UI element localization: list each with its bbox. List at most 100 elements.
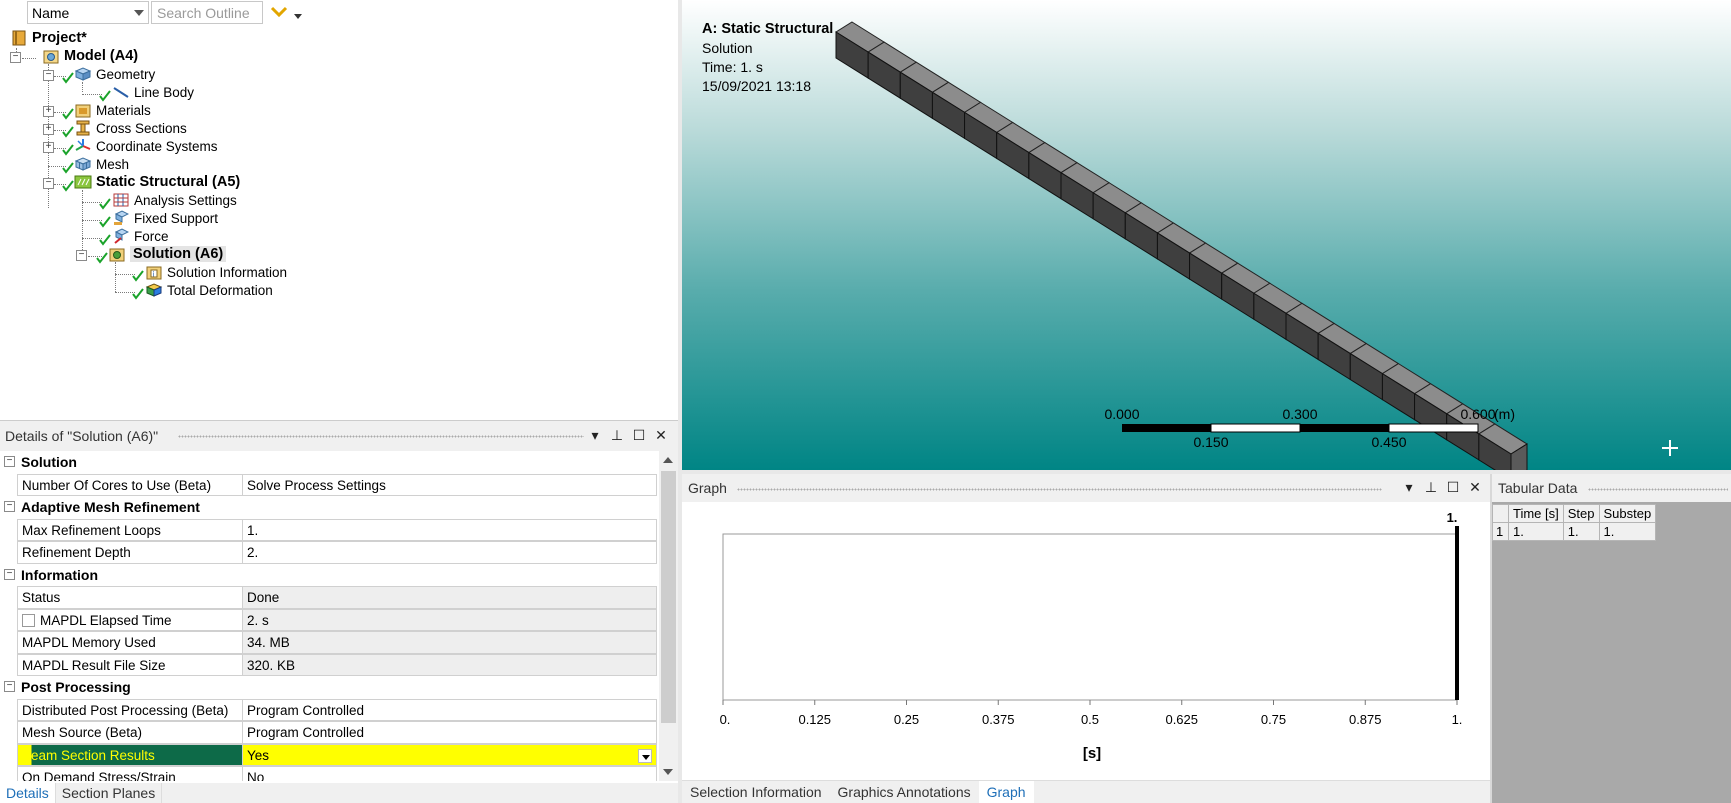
maximize-icon[interactable]: ☐: [1446, 479, 1460, 495]
tab-graph[interactable]: Graph: [978, 781, 1034, 803]
pin-icon[interactable]: ⊥: [1424, 479, 1438, 495]
green-check-icon: [132, 288, 144, 300]
close-icon[interactable]: ✕: [654, 427, 668, 443]
x-tick-label: 0.125: [798, 712, 831, 727]
tree-label: Project*: [32, 30, 87, 46]
tree-label: Materials: [96, 102, 151, 118]
graph-panel: Graph ▾ ⊥ ☐ ✕ 1. 0. 0.125 0.25 0.375 0.5 0.62…: [682, 474, 1490, 803]
property-row[interactable]: Refinement Depth 2.: [0, 541, 657, 564]
filter-chevron-icon[interactable]: [269, 4, 289, 20]
tabular-data-table[interactable]: Time [s] Step Substep 1 1. 1. 1.: [1492, 504, 1657, 541]
dropdown-arrow-icon[interactable]: [638, 748, 652, 763]
dropdown-arrow-icon[interactable]: [294, 14, 302, 19]
expand-coordinate-systems-toggle[interactable]: +: [43, 142, 54, 153]
property-row-beam-section-results[interactable]: Beam Section Results Yes: [0, 743, 657, 766]
tree-item-analysis-settings[interactable]: Analysis Settings: [112, 190, 237, 210]
details-scrollbar[interactable]: [659, 451, 678, 781]
coordinate-axes-icon: [74, 138, 92, 154]
green-check-icon: [62, 108, 74, 120]
category-post-processing[interactable]: − Post Processing: [0, 676, 657, 699]
table-cell[interactable]: 1.: [1508, 522, 1564, 541]
expand-materials-toggle[interactable]: +: [43, 106, 54, 117]
maximize-icon[interactable]: ☐: [632, 427, 646, 443]
time-graph[interactable]: 1. 0. 0.125 0.25 0.375 0.5 0.625 0.75 0.875 1. […: [682, 502, 1490, 780]
collapse-toggle[interactable]: −: [4, 501, 15, 512]
green-check-icon: [132, 270, 144, 282]
x-tick-label: 0.625: [1165, 712, 1198, 727]
outline-toolbar: Name Search Outline: [0, 0, 678, 26]
tab-details[interactable]: Details: [0, 783, 56, 803]
tree-item-geometry[interactable]: Geometry: [74, 64, 155, 84]
tab-section-planes[interactable]: Section Planes: [56, 783, 163, 803]
tree-item-model[interactable]: Model (A4): [42, 46, 138, 66]
graph-title: Graph: [688, 480, 727, 496]
tree-label: Static Structural (A5): [96, 174, 241, 190]
tree-item-fixed-support[interactable]: Fixed Support: [112, 208, 218, 228]
tree-label: Line Body: [134, 84, 195, 100]
property-row[interactable]: Mesh Source (Beta) Program Controlled: [0, 721, 657, 744]
triad-icon[interactable]: [1660, 438, 1680, 458]
property-row: MAPDL Result File Size 320. KB: [0, 653, 657, 676]
tree-item-cross-sections[interactable]: Cross Sections: [74, 118, 187, 138]
category-information[interactable]: − Information: [0, 563, 657, 586]
tree-item-solution-information[interactable]: i Solution Information: [145, 262, 287, 282]
table-row[interactable]: 1 1. 1. 1.: [1492, 522, 1657, 541]
tree-item-static-structural[interactable]: Static Structural (A5): [74, 172, 240, 192]
collapse-geometry-toggle[interactable]: −: [43, 70, 54, 81]
tree-label: Model (A4): [64, 48, 139, 64]
tree-item-line-body[interactable]: Line Body: [112, 82, 194, 102]
property-row[interactable]: On Demand Stress/Strain No: [0, 766, 657, 781]
graph-header: Graph ▾ ⊥ ☐ ✕: [682, 474, 1490, 502]
x-tick-label: 0.5: [1081, 712, 1099, 727]
solution-information-icon: i: [145, 264, 163, 280]
scroll-up-icon[interactable]: [663, 457, 673, 463]
expand-cross-sections-toggle[interactable]: +: [43, 124, 54, 135]
search-outline-input[interactable]: Search Outline: [151, 1, 263, 24]
property-row[interactable]: Max Refinement Loops 1.: [0, 518, 657, 541]
tree-item-mesh[interactable]: Mesh: [74, 154, 129, 174]
column-header[interactable]: Substep: [1598, 504, 1657, 523]
tree-item-total-deformation[interactable]: Total Deformation: [145, 280, 273, 300]
tree-item-force[interactable]: Force: [112, 226, 169, 246]
property-row[interactable]: Number Of Cores to Use (Beta) Solve Proc…: [0, 473, 657, 496]
column-header[interactable]: Step: [1562, 504, 1600, 523]
property-row[interactable]: Distributed Post Processing (Beta) Progr…: [0, 698, 657, 721]
tab-graphics-annotations[interactable]: Graphics Annotations: [830, 781, 979, 803]
collapse-toggle[interactable]: −: [4, 456, 15, 467]
table-cell[interactable]: 1.: [1598, 522, 1657, 541]
tree-item-coordinate-systems[interactable]: Coordinate Systems: [74, 136, 218, 156]
category-adaptive-mesh-refinement[interactable]: − Adaptive Mesh Refinement: [0, 496, 657, 519]
scroll-thumb[interactable]: [661, 471, 676, 723]
table-cell[interactable]: 1.: [1562, 522, 1600, 541]
parameter-checkbox[interactable]: [22, 613, 35, 627]
tree-item-solution[interactable]: Solution (A6): [108, 244, 227, 264]
analysis-settings-icon: [112, 192, 130, 208]
graphics-viewport[interactable]: A: Static Structural Solution Time: 1. s…: [682, 0, 1731, 470]
collapse-static-structural-toggle[interactable]: −: [43, 178, 54, 189]
tab-selection-information[interactable]: Selection Information: [682, 781, 830, 803]
close-icon[interactable]: ✕: [1468, 479, 1482, 495]
beam-section-results-select[interactable]: Yes: [242, 743, 657, 766]
tree-item-materials[interactable]: Materials: [74, 100, 151, 120]
column-header[interactable]: Time [s]: [1508, 504, 1564, 523]
panel-dropdown-icon[interactable]: ▾: [588, 427, 602, 443]
tree-label: Total Deformation: [167, 282, 273, 298]
pin-icon[interactable]: ⊥: [610, 427, 624, 443]
green-check-icon: [62, 162, 74, 174]
project-book-icon: [10, 30, 28, 46]
tree-label: Solution (A6): [130, 246, 227, 262]
panel-dropdown-icon[interactable]: ▾: [1402, 479, 1416, 495]
fixed-support-icon: [112, 210, 130, 226]
scale-unit: (m): [1494, 406, 1515, 422]
collapse-model-toggle[interactable]: −: [10, 52, 21, 63]
category-solution[interactable]: − Solution: [0, 451, 657, 474]
collapse-toggle[interactable]: −: [4, 681, 15, 692]
tree-item-project[interactable]: Project*: [10, 28, 87, 48]
x-tick-label: 0.: [720, 712, 731, 727]
scroll-down-icon[interactable]: [663, 769, 673, 775]
name-filter-select[interactable]: Name: [27, 1, 149, 24]
x-tick-label: 0.75: [1261, 712, 1286, 727]
collapse-solution-toggle[interactable]: −: [76, 250, 87, 261]
collapse-toggle[interactable]: −: [4, 568, 15, 580]
geometry-icon: [74, 66, 92, 82]
